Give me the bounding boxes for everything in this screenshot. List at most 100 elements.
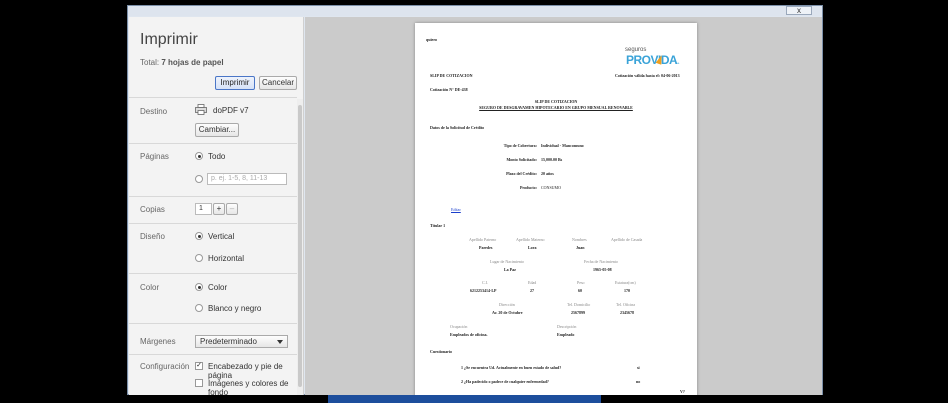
doc-header-tag: quiero [426,37,438,42]
divider [129,273,297,274]
doc-v-lugar: La Paz [504,267,516,272]
doc-product-value: CONSUMO [541,185,562,190]
doc-v-edad: 27 [530,288,534,293]
logo-suffix: s.a. [675,61,680,65]
settings-sidebar: Imprimir Total: 7 hojas de papel Imprimi… [129,17,304,395]
sidebar-scrollbar[interactable] [297,99,303,395]
layout-landscape-radio[interactable] [195,254,203,262]
doc-term-label: Plazo del Crédito: [506,171,537,176]
doc-question-2: 2 ¿Ha padecido o padece de cualquier enf… [461,379,549,384]
layout-label: Diseño [140,232,165,241]
doc-h-ci: C.I. [482,280,488,285]
doc-v-peso: 60 [578,288,582,293]
copies-input[interactable]: 1 [195,203,212,215]
doc-questionnaire-title: Cuestionario [430,349,452,354]
doc-v-materno: Lora [528,245,537,250]
doc-v-ci: 6212253414-LP [470,288,497,293]
color-color-label: Color [208,283,228,292]
color-color-radio[interactable] [195,283,203,291]
layout-landscape-label: Horizontal [208,254,245,263]
doc-h-teldom: Tel. Domicilio [567,302,591,307]
doc-h-fecha: Fecha de Nacimiento [584,259,618,264]
doc-h-estatura: Estatura(cm) [615,280,636,285]
total-prefix: Total: [140,58,162,67]
window-close-button[interactable]: x [786,6,812,15]
pages-range-input[interactable]: p. ej. 1-5, 8, 11-13 [207,173,287,185]
margins-label: Márgenes [140,337,176,346]
background-page-strip [328,395,601,403]
divider [129,97,297,98]
doc-v-teldom: 2567899 [571,310,585,315]
doc-h-lugar: Lugar de Nacimiento [490,259,524,264]
doc-v-nombres: Juan [576,245,585,250]
copies-minus-button[interactable]: – [226,203,238,215]
pages-all-radio[interactable] [195,152,203,160]
title-bar: x [128,6,822,16]
screen: x Imprimir Total: 7 hojas de papel Impri… [0,0,948,403]
doc-h-materno: Apellido Materno [516,237,545,242]
doc-term-value: 20 años [541,171,554,176]
doc-v-fecha: 1965-05-08 [593,267,612,272]
destination-printer: doPDF v7 [213,106,249,115]
doc-h-edad: Edad [528,280,537,285]
margins-value: Predeterminado [200,337,257,346]
chevron-down-icon [277,340,283,344]
doc-center-title: SLIP DE COTIZACION [534,99,578,104]
sidebar-scroll-thumb[interactable] [298,105,302,387]
doc-validity: Cotización válida hasta el: 04-06-2013 [615,73,680,78]
company-logo: PROVIDA [626,53,678,67]
doc-credit-section: Datos de la Solicitud de Crédito [430,125,485,130]
divider [129,223,297,224]
doc-h-peso: Peso [577,280,585,285]
print-button[interactable]: Imprimir [215,76,255,90]
doc-v-direccion: Av. 20 de Octubre [492,310,523,315]
pages-all-label: Todo [208,152,226,161]
destination-label: Destino [140,107,168,116]
pages-label: Páginas [140,152,169,161]
doc-coverage-label: Tipo de Cobertura: [503,143,537,148]
doc-edit-link[interactable]: Editar [451,207,461,212]
options-label: Configuración [140,362,190,371]
doc-answer-2: no [636,379,641,384]
doc-h-casada: Apellido de Casada [611,237,643,242]
print-dialog-window: x Imprimir Total: 7 hojas de papel Impri… [127,5,823,395]
doc-center-subtitle: SEGURO DE DESGRAVAMEN HIPOTECARIO EN GRU… [479,105,633,110]
doc-coverage-value: Individual - Mancomuno [541,143,584,148]
doc-h-paterno: Apellido Paterno [469,237,497,242]
doc-quote-number: Cotización N° DE-438 [430,87,468,92]
doc-v-descripcion: Empleado [557,332,575,337]
total-value: 7 hojas de papel [161,58,224,67]
copies-label: Copias [140,205,165,214]
doc-holder-title: Titular 1 [430,223,446,228]
doc-h-direccion: Dirección [499,302,515,307]
layout-portrait-radio[interactable] [195,232,203,240]
doc-product-label: Producto: [519,185,537,190]
doc-h-nombres: Nombres [572,237,587,242]
divider [129,354,297,355]
backgrounds-label: Imágenes y colores de fondo [208,379,289,395]
color-bw-label: Blanco y negro [208,304,262,313]
backgrounds-checkbox[interactable] [195,379,203,387]
doc-h-telof: Tel. Oficina [616,302,636,307]
copies-plus-button[interactable]: + [213,203,225,215]
preview-page[interactable]: quiero seguros PROVIDA s.a. SLIP DE COTI… [415,23,697,395]
doc-h-descripcion: Descripción [557,324,577,329]
color-bw-radio[interactable] [195,304,203,312]
doc-v-estatura: 170 [624,288,630,293]
doc-amount-value: 15,000.00 Bs [541,157,563,162]
divider [129,323,297,324]
doc-amount-label: Monto Solicitado: [506,157,537,162]
doc-v-ocupacion: Empleados de oficina. [450,332,488,337]
divider [129,196,297,197]
margins-select[interactable]: Predeterminado [195,335,288,348]
doc-footer-mark: V? [680,389,685,394]
doc-h-ocupacion: Ocupación [450,324,468,329]
cancel-button[interactable]: Cancelar [259,76,297,90]
change-destination-button[interactable]: Cambiar... [195,123,239,137]
printer-icon [195,104,207,115]
doc-answer-1: si [637,365,640,370]
dialog-title: Imprimir [140,31,198,48]
pages-range-radio[interactable] [195,175,203,183]
doc-v-paterno: Paredes [479,245,493,250]
header-footer-checkbox[interactable]: ✓ [195,362,203,370]
